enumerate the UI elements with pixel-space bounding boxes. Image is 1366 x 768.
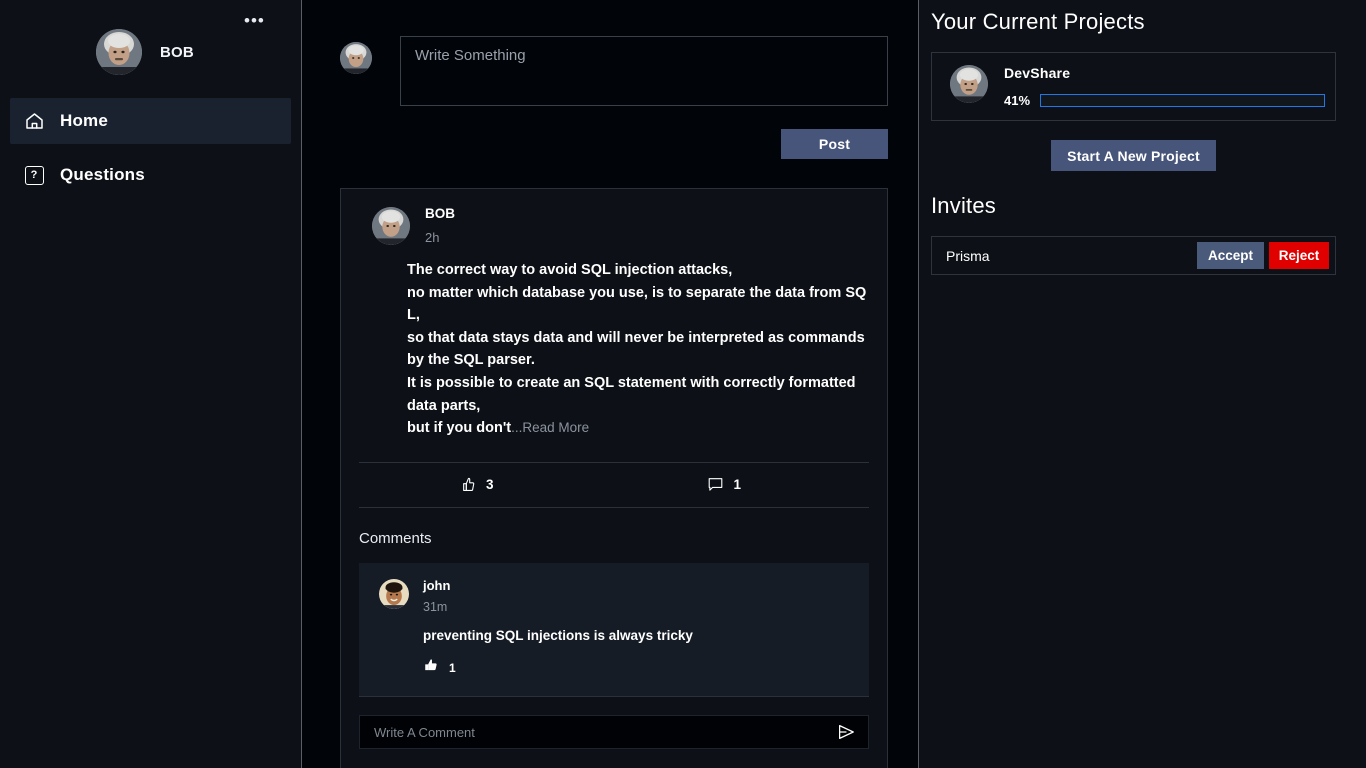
project-progress: 41% <box>1004 93 1325 108</box>
read-more-link[interactable]: ...Read More <box>511 420 589 435</box>
right-panel: Your Current Projects DevShare 41% Start… <box>918 0 1366 768</box>
sidebar-item-questions-label: Questions <box>60 165 145 184</box>
send-arrow-icon[interactable] <box>836 722 856 742</box>
sidebar-item-home-label: Home <box>60 111 109 130</box>
thumbs-up-filled-icon <box>423 657 439 678</box>
comment-count: 1 <box>733 477 742 493</box>
more-dots-icon[interactable]: ••• <box>244 12 265 29</box>
start-new-project-button[interactable]: Start A New Project <box>1051 140 1216 171</box>
sidebar-item-home[interactable]: Home <box>10 98 291 144</box>
left-sidebar: BOB ••• Home ? Questions <box>0 0 302 768</box>
comment-text: preventing SQL injections is always tric… <box>423 628 693 644</box>
like-button[interactable]: 3 <box>459 476 494 493</box>
avatar <box>372 207 410 245</box>
post-body: The correct way to avoid SQL injection a… <box>341 245 887 440</box>
project-card[interactable]: DevShare 41% <box>931 52 1336 121</box>
sidebar-nav: Home ? Questions <box>0 98 301 198</box>
question-box-icon: ? <box>24 165 44 185</box>
avatar <box>379 578 409 609</box>
write-comment-placeholder: Write A Comment <box>374 724 475 740</box>
post-button[interactable]: Post <box>781 129 888 159</box>
post-card: BOB 2h The correct way to avoid SQL inje… <box>340 188 888 768</box>
comment-like-count: 1 <box>449 660 456 675</box>
comment-item: john 31m preventing SQL injections is al… <box>359 562 869 698</box>
post-text: The correct way to avoid SQL injection a… <box>407 262 867 437</box>
sidebar-profile[interactable]: BOB ••• <box>96 0 301 75</box>
write-comment-input[interactable]: Write A Comment <box>359 715 869 750</box>
comment-author: john <box>423 577 451 593</box>
feed-column: Write Something Post BOB 2h The correct … <box>302 0 918 768</box>
post-author: BOB <box>425 206 455 221</box>
comment-button[interactable]: 1 <box>707 476 742 493</box>
post-timestamp: 2h <box>425 229 440 245</box>
avatar <box>950 65 988 103</box>
post-composer: Write Something Post <box>302 0 918 159</box>
profile-name: BOB <box>160 43 194 61</box>
sidebar-item-questions[interactable]: ? Questions <box>10 152 291 198</box>
progress-label: 41% <box>1004 93 1031 108</box>
home-icon <box>24 111 44 131</box>
write-something-input[interactable]: Write Something <box>400 36 888 106</box>
projects-heading: Your Current Projects <box>931 9 1145 34</box>
accept-invite-button[interactable]: Accept <box>1197 242 1264 269</box>
write-something-placeholder: Write Something <box>415 47 526 64</box>
comment-timestamp: 31m <box>423 600 448 615</box>
app-root: BOB ••• Home ? Questions Write Something… <box>0 0 1366 768</box>
comments-heading: Comments <box>359 529 432 547</box>
project-name: DevShare <box>1004 65 1071 81</box>
avatar <box>340 42 372 74</box>
invite-row: Prisma Accept Reject <box>931 236 1336 275</box>
invites-heading: Invites <box>931 193 996 218</box>
progress-track <box>1040 94 1325 107</box>
avatar <box>96 29 142 75</box>
thumbs-up-outline-icon <box>459 476 476 493</box>
reject-invite-button[interactable]: Reject <box>1269 242 1329 269</box>
comment-bubble-icon <box>707 476 724 493</box>
comment-like-button[interactable]: 1 <box>423 657 869 678</box>
invite-name: Prisma <box>946 247 990 264</box>
post-header: BOB 2h <box>341 189 887 245</box>
post-action-bar: 3 1 <box>359 461 869 508</box>
like-count: 3 <box>486 477 494 493</box>
